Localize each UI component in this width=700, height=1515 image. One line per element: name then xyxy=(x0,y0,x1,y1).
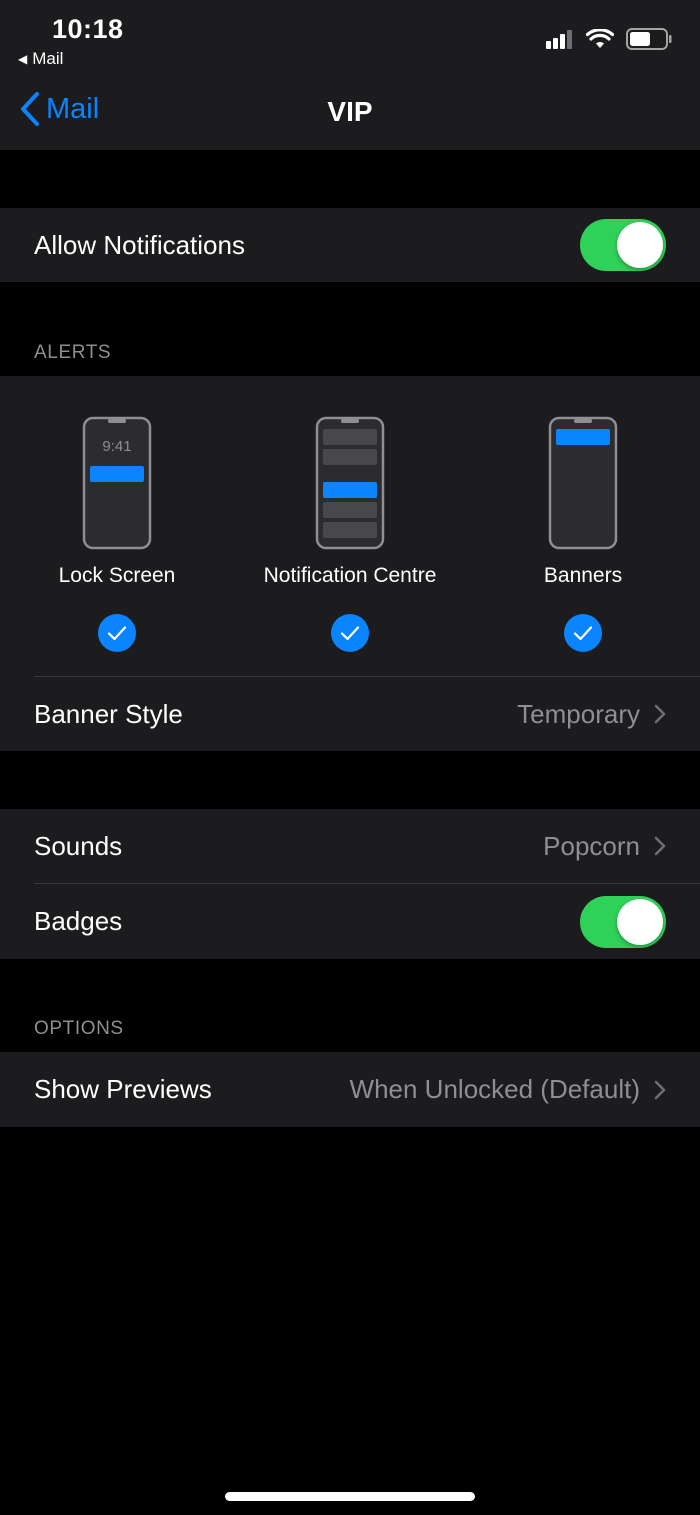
settings-screen: 10:18 ◀ Mail Mail VIP Allow Notification… xyxy=(0,0,700,1515)
show-previews-row[interactable]: Show Previews When Unlocked (Default) xyxy=(0,1052,700,1127)
sounds-label: Sounds xyxy=(34,830,123,861)
toggle-knob xyxy=(617,898,663,945)
sounds-value: Popcorn xyxy=(543,830,640,861)
alerts-section-header: ALERTS xyxy=(34,342,112,363)
checkmark-circle-icon xyxy=(98,614,136,652)
status-icons xyxy=(546,28,672,50)
alerts-group: 9:41 Lock Screen Notification Centre Ban… xyxy=(0,376,700,751)
show-previews-label: Show Previews xyxy=(34,1074,212,1104)
alert-option-label: Lock Screen xyxy=(58,564,176,587)
chevron-right-icon xyxy=(654,836,666,856)
alert-option-notification-centre[interactable]: Notification Centre xyxy=(250,416,450,652)
show-previews-value: When Unlocked (Default) xyxy=(349,1074,640,1104)
badges-toggle[interactable] xyxy=(580,895,666,948)
lock-screen-preview-time: 9:41 xyxy=(102,438,132,455)
page-title: VIP xyxy=(327,96,373,127)
banner-style-row[interactable]: Banner Style Temporary xyxy=(0,677,700,751)
chevron-right-icon xyxy=(654,1080,666,1099)
notification-centre-phone-icon xyxy=(315,416,385,550)
badges-row: Badges xyxy=(0,884,700,959)
toggle-knob xyxy=(617,222,663,268)
banner-style-label: Banner Style xyxy=(34,698,183,729)
alert-option-lock-screen[interactable]: 9:41 Lock Screen xyxy=(17,416,217,652)
checkmark-circle-icon xyxy=(331,614,369,652)
home-indicator[interactable] xyxy=(225,1492,475,1501)
allow-notifications-label: Allow Notifications xyxy=(34,229,245,260)
sounds-badges-group: Sounds Popcorn Badges xyxy=(0,809,700,959)
alert-option-banners[interactable]: Banners xyxy=(483,416,683,652)
alert-option-label: Notification Centre xyxy=(263,564,437,587)
status-back-to-app[interactable]: ◀ Mail xyxy=(18,49,63,69)
banners-phone-icon xyxy=(548,416,618,550)
status-time: 10:18 xyxy=(52,14,124,44)
top-bar: 10:18 ◀ Mail Mail VIP xyxy=(0,0,700,150)
chevron-right-icon xyxy=(654,704,666,724)
signal-bars-icon xyxy=(546,30,572,49)
options-section-header: OPTIONS xyxy=(34,1018,124,1039)
back-triangle-icon: ◀ xyxy=(18,52,28,66)
allow-notifications-group: Allow Notifications xyxy=(0,208,700,282)
alert-option-label: Banners xyxy=(543,564,623,587)
allow-notifications-toggle[interactable] xyxy=(580,219,666,271)
banner-style-value: Temporary xyxy=(517,698,640,729)
options-group: Show Previews When Unlocked (Default) xyxy=(0,1052,700,1127)
status-back-app-label: Mail xyxy=(32,49,64,68)
allow-notifications-row: Allow Notifications xyxy=(0,208,700,282)
checkmark-circle-icon xyxy=(564,614,602,652)
wifi-icon xyxy=(586,29,614,48)
lock-screen-phone-icon xyxy=(82,416,152,550)
battery-icon xyxy=(626,28,672,50)
sounds-row[interactable]: Sounds Popcorn xyxy=(0,809,700,883)
badges-label: Badges xyxy=(34,906,123,936)
